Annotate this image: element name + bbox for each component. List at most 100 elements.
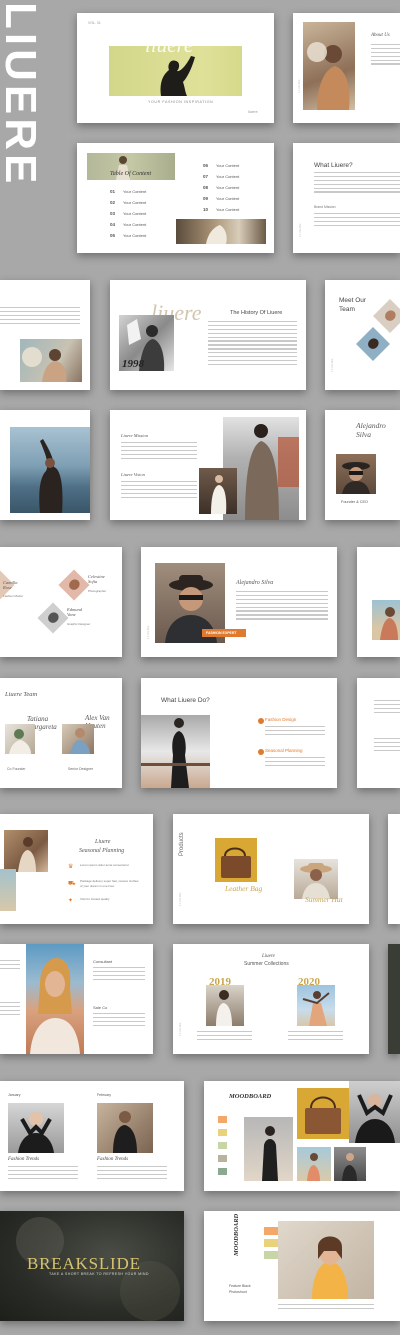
what-subhead: Brand Mission — [314, 205, 336, 209]
trend-month-1: January — [8, 1093, 21, 1097]
slide-seasonal-planning: Liuere Seasonal Planning ♛ Lorem ipsum d… — [0, 814, 153, 924]
sea-photo — [10, 427, 90, 513]
color-swatch — [218, 1168, 227, 1175]
hanger-icon: ♛ — [68, 864, 74, 870]
profile-badge-label: FASHION EXPERT — [206, 630, 237, 635]
member-photo-3 — [37, 602, 69, 634]
slide-liuere-team: Liuere Team Tatiana Margareta Alex Van H… — [0, 678, 122, 788]
partial-paragraph — [0, 307, 80, 326]
founder-photo — [336, 454, 376, 494]
toc-item[interactable]: Your Content — [123, 200, 146, 205]
moodboard-2-sub: Feature Black — [229, 1284, 251, 1288]
slide-partial-beach — [357, 547, 400, 657]
toc-item[interactable]: Your Content — [123, 211, 146, 216]
slide-history: liuere 1998 The History Of Liuere — [110, 280, 306, 390]
partial-text-1 — [374, 700, 400, 716]
portrait-head-2: Sale Co — [93, 1005, 108, 1010]
about-paragraph — [371, 44, 400, 67]
service-1-title: Fashion Design — [265, 717, 297, 722]
partial-photo — [20, 339, 82, 382]
toc-num: 08 — [203, 185, 209, 190]
slide-moodboard-2: MOODBOARD Feature Black Photoshoot — [204, 1211, 400, 1321]
slide-table-of-content: Table Of Content 01 Your Content 02 Your… — [77, 143, 274, 253]
volume-label: VOL. 01 — [88, 21, 101, 25]
wordmark-text: LIUERE — [0, 2, 44, 187]
trend-text-1 — [8, 1166, 78, 1182]
slide-about-us: About Us LIUERE — [293, 13, 400, 123]
history-title: The History Of Liuere — [230, 310, 283, 316]
what-paragraph-1 — [314, 172, 400, 195]
moodboard-2-photo — [278, 1221, 374, 1299]
seasonal-point: Visit for trusted quality — [80, 897, 110, 901]
collection-text-1 — [197, 1031, 252, 1043]
slide-meet-team: Meet Our Team LIUERE — [325, 280, 400, 390]
toc-num: 06 — [203, 163, 209, 168]
slide-partial-sea-photo — [0, 410, 90, 520]
moodboard-photo-2 — [349, 1081, 400, 1143]
seasonal-point: Package delivery super fast, receive clo… — [80, 879, 139, 888]
toc-item[interactable]: Your Content — [123, 222, 146, 227]
slide-partial-text — [357, 678, 400, 788]
color-swatch — [218, 1155, 227, 1162]
beach-photo — [372, 600, 400, 640]
portrait-text-2 — [93, 1013, 145, 1029]
meet-side-text: LIUERE — [330, 358, 334, 372]
product-bag-photo — [215, 838, 257, 882]
toc-item[interactable]: Your Content — [216, 196, 239, 201]
slide-profile: FASHION EXPERT Alejandro Silva LIUERE — [141, 547, 337, 657]
trend-text-2 — [97, 1166, 167, 1182]
seasonal-photo-1 — [4, 830, 48, 872]
profile-paragraph — [236, 591, 328, 622]
slide-fashion-trends: January Fashion Trends February Fashion … — [0, 1081, 184, 1191]
seasonal-brand: Liuere — [95, 839, 111, 845]
slide-partial-left-photo — [0, 280, 90, 390]
vision-title: Liuere Vision — [121, 472, 145, 477]
collection-photo-2 — [297, 985, 335, 1026]
collection-text-2 — [288, 1031, 343, 1043]
moodboard-photo-1 — [244, 1117, 293, 1181]
bullet-icon — [258, 718, 264, 724]
about-photo — [303, 22, 355, 110]
what-paragraph-2 — [314, 213, 400, 229]
trend-head-1: Fashion Trends — [8, 1157, 40, 1162]
toc-item[interactable]: Your Content — [123, 189, 146, 194]
color-swatch — [218, 1129, 227, 1136]
slide-portrait: Consultant Sale Co — [0, 944, 153, 1054]
service-1-text — [265, 726, 325, 738]
lead-right-role: Senior Designer — [68, 767, 94, 771]
star-icon: ✦ — [68, 898, 74, 904]
portrait-photo — [26, 944, 84, 1054]
service-2-title: Seasonal Planning — [265, 748, 303, 753]
toc-item[interactable]: Your Content — [216, 185, 239, 190]
brand-wordmark-vertical: LIUERE — [0, 2, 44, 187]
breakslide-subtitle: TAKE A SHORT BREAK TO REFRESH YOUR MIND — [49, 1272, 149, 1276]
toc-item[interactable]: Your Content — [216, 174, 239, 179]
toc-num: 10 — [203, 207, 209, 212]
portrait-text-1 — [93, 967, 145, 983]
toc-num: 09 — [203, 196, 209, 201]
toc-item[interactable]: Your Content — [123, 233, 146, 238]
meet-title: Meet Our Team — [339, 297, 367, 313]
toc-num: 04 — [110, 222, 116, 227]
moodboard-photo-4 — [334, 1147, 366, 1181]
product-hat-photo — [294, 859, 338, 899]
toc-title: Table Of Content — [110, 171, 152, 177]
toc-num: 05 — [110, 233, 116, 238]
slide-summer-collections: Liuere Summer Collections 2019 2020 LIUE… — [173, 944, 369, 1054]
truck-icon: ⛟ — [68, 881, 76, 887]
slide-team-members: Camilla Rose Fashion Model Celestine Sof… — [0, 547, 122, 657]
toc-item[interactable]: Your Content — [216, 207, 239, 212]
seasonal-point: Lorem ipsum dolor amet consectetur. — [80, 863, 130, 867]
founder-role: Founder & CEO — [341, 500, 369, 504]
moodboard-2-text — [278, 1304, 374, 1312]
partial-text-2 — [374, 738, 400, 754]
bullet-icon — [258, 749, 264, 755]
member-name: Edmund Vane — [67, 607, 82, 617]
founder-name: Alejandro Silva — [356, 421, 386, 439]
toc-num: 07 — [203, 174, 209, 179]
slide-partial-blank — [388, 814, 400, 924]
toc-item[interactable]: Your Content — [216, 163, 239, 168]
products-side-text: LIUERE — [178, 892, 182, 906]
cover-logo: liuere — [145, 33, 194, 57]
color-swatch — [218, 1116, 227, 1123]
